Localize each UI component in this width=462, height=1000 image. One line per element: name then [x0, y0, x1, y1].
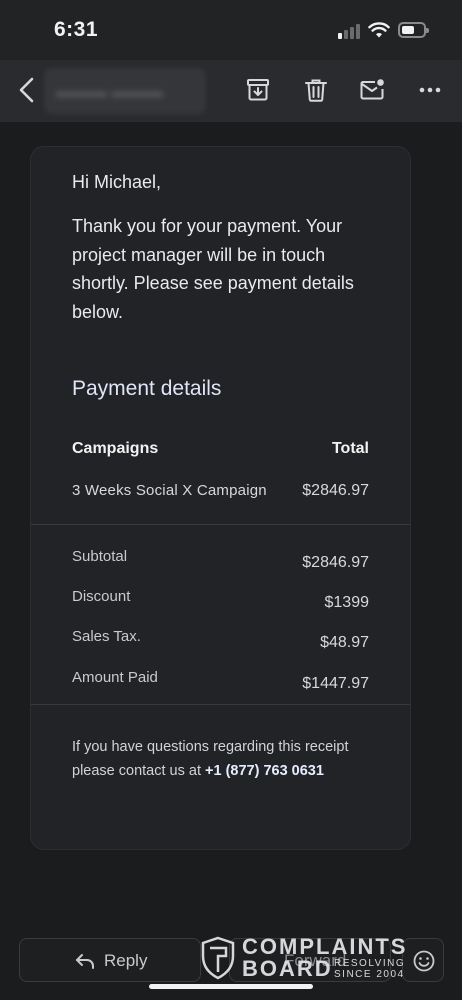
email-toolbar: ▬▬▬ ▬▬▬ — [0, 60, 462, 122]
shield-logo-icon — [201, 936, 235, 980]
contact-phone-link[interactable]: +1 (877) 763 0631 — [205, 763, 324, 779]
home-indicator[interactable] — [149, 984, 313, 989]
complaints-board-watermark: COMPLAINTS BOARD RESOLVING SINCE 2004 — [200, 934, 420, 982]
archive-icon[interactable] — [244, 76, 272, 104]
trash-icon[interactable] — [302, 76, 330, 104]
receipt-contact-note: If you have questions regarding this rec… — [72, 735, 362, 783]
campaigns-column-header: Campaigns — [72, 440, 159, 457]
sender-label-blurred[interactable]: ▬▬▬ ▬▬▬ — [44, 68, 206, 114]
line-item-name: 3 Weeks Social X Campaign — [72, 482, 267, 499]
reply-button[interactable]: Reply — [19, 938, 201, 982]
email-body-text: Thank you for your payment. Your project… — [72, 216, 354, 322]
line-item-price: $2846.97 — [302, 482, 369, 499]
amount-paid-value: $1447.97 — [302, 675, 369, 692]
amount-paid-label: Amount Paid — [72, 669, 158, 686]
sales-tax-label: Sales Tax. — [72, 628, 141, 645]
email-greeting: Hi Michael, — [72, 172, 162, 192]
watermark-tag2: SINCE 2004 — [334, 969, 405, 980]
subtotal-value: $2846.97 — [302, 554, 369, 571]
chevron-left-icon[interactable] — [12, 74, 42, 106]
discount-label: Discount — [72, 588, 131, 605]
status-time: 6:31 — [54, 18, 99, 41]
sales-tax-value: $48.97 — [320, 634, 369, 651]
reply-label: Reply — [104, 951, 148, 970]
reply-arrow-icon — [76, 954, 94, 969]
more-horizontal-icon[interactable] — [416, 76, 444, 104]
battery-icon — [398, 22, 429, 38]
cellular-signal-icon — [338, 23, 362, 39]
payment-details-heading: Payment details — [72, 377, 222, 400]
watermark-tag1: RESOLVING — [334, 958, 406, 969]
status-bar: 6:31 — [0, 0, 462, 60]
subtotal-label: Subtotal — [72, 548, 128, 565]
mail-unread-icon[interactable] — [358, 76, 386, 104]
discount-value: $1399 — [324, 594, 370, 611]
wifi-icon — [368, 22, 390, 38]
total-column-header: Total — [331, 440, 369, 457]
watermark-line2: BOARD — [242, 956, 333, 981]
divider — [31, 524, 410, 525]
divider — [31, 704, 410, 705]
